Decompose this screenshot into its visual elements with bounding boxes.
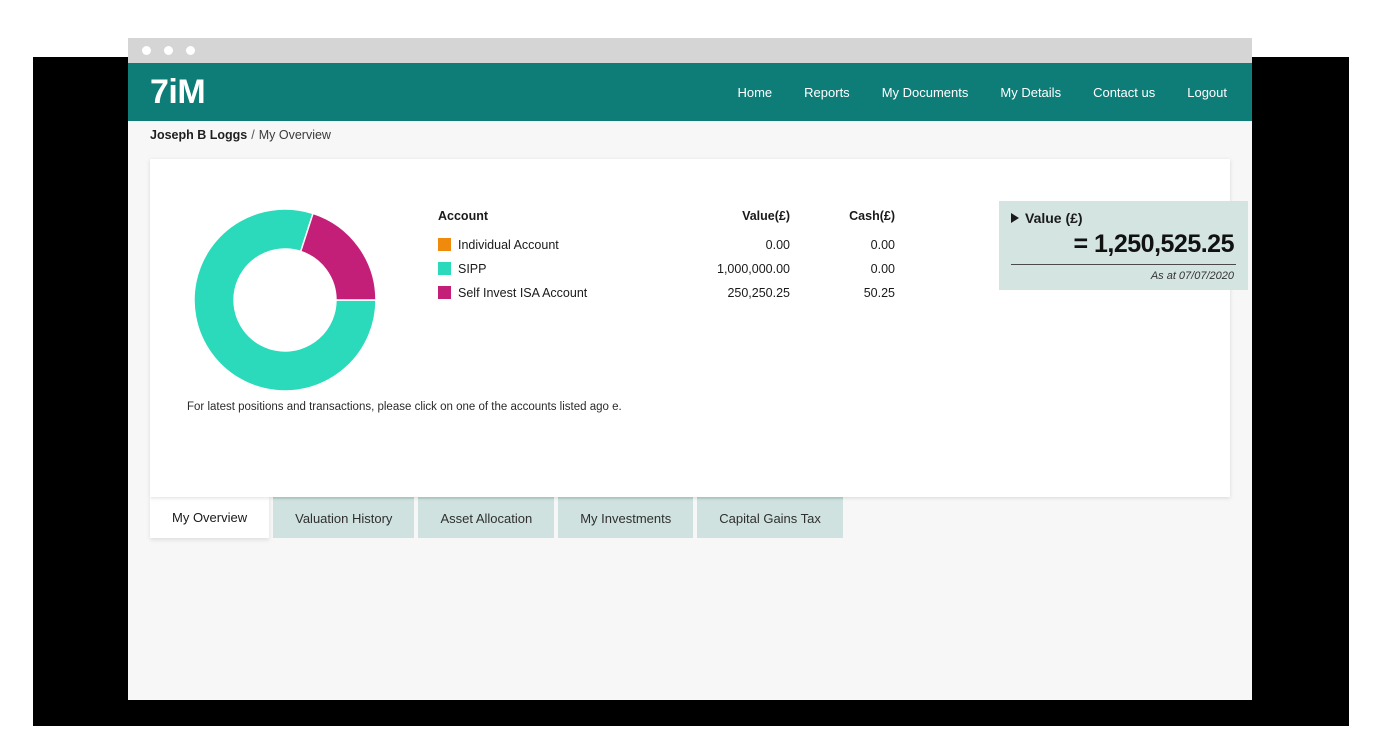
donut-slice[interactable] xyxy=(299,212,376,301)
tab-my-overview[interactable]: My Overview xyxy=(150,497,270,538)
total-value-amount: = 1,250,525.25 xyxy=(1073,230,1234,258)
accounts-hint-text: For latest positions and transactions, p… xyxy=(187,401,622,413)
table-row[interactable]: Individual Account 0.00 0.00 xyxy=(430,233,895,257)
value-panel-container: Value (£) = 1,250,525.25 As at 07/07/202… xyxy=(955,199,1248,497)
legend-swatch-sipp xyxy=(438,262,451,275)
value-panel-title: Value (£) xyxy=(1025,210,1083,226)
triangle-right-icon xyxy=(1011,213,1019,223)
nav-item-reports[interactable]: Reports xyxy=(804,85,850,100)
table-header-row: Account Value(£) Cash(£) xyxy=(430,209,895,233)
account-cell: Individual Account xyxy=(430,233,660,257)
donut-chart xyxy=(194,209,376,391)
window-close-dot[interactable] xyxy=(142,46,151,55)
tab-valuation-history[interactable]: Valuation History xyxy=(273,497,415,538)
value-panel-header: Value (£) xyxy=(1011,210,1236,226)
nav-item-home[interactable]: Home xyxy=(737,85,772,100)
account-value: 250,250.25 xyxy=(727,286,790,300)
table-row[interactable]: SIPP 1,000,000.00 0.00 xyxy=(430,257,895,281)
nav-item-logout[interactable]: Logout xyxy=(1187,85,1227,100)
nav-item-my-documents[interactable]: My Documents xyxy=(882,85,969,100)
donut-chart-container xyxy=(150,199,420,497)
main-nav: Home Reports My Documents My Details Con… xyxy=(737,85,1227,100)
window-maximize-dot[interactable] xyxy=(186,46,195,55)
tab-bar: My Overview Valuation History Asset Allo… xyxy=(150,497,1230,538)
tab-my-investments[interactable]: My Investments xyxy=(558,497,694,538)
column-header-value: Value(£) xyxy=(742,209,790,223)
screenshot-root: 7iM Home Reports My Documents My Details… xyxy=(0,0,1380,740)
browser-window: 7iM Home Reports My Documents My Details… xyxy=(128,38,1252,700)
accounts-table-body: Individual Account 0.00 0.00 SIPP 1,000,… xyxy=(430,233,895,305)
accounts-table-container: Account Value(£) Cash(£) Individual Acco… xyxy=(420,199,955,497)
accounts-table: Account Value(£) Cash(£) Individual Acco… xyxy=(430,209,895,305)
window-minimize-dot[interactable] xyxy=(164,46,173,55)
account-cell: Self Invest ISA Account xyxy=(430,281,660,305)
nav-item-contact-us[interactable]: Contact us xyxy=(1093,85,1155,100)
donut-chart-svg xyxy=(194,209,376,391)
tab-asset-allocation[interactable]: Asset Allocation xyxy=(418,497,555,538)
account-cash: 0.00 xyxy=(870,262,895,276)
value-as-at-date: As at 07/07/2020 xyxy=(1150,270,1234,282)
app-header: 7iM Home Reports My Documents My Details… xyxy=(128,63,1252,121)
browser-titlebar xyxy=(128,38,1252,63)
breadcrumb-separator: / xyxy=(251,128,255,142)
legend-swatch-individual-account xyxy=(438,238,451,251)
account-value: 1,000,000.00 xyxy=(717,262,790,276)
page-body: Account Value(£) Cash(£) Individual Acco… xyxy=(128,149,1252,700)
tab-capital-gains-tax[interactable]: Capital Gains Tax xyxy=(697,497,843,538)
breadcrumb-user[interactable]: Joseph B Loggs xyxy=(150,128,247,142)
column-header-cash: Cash(£) xyxy=(849,209,895,223)
account-name[interactable]: SIPP xyxy=(458,262,487,276)
account-cash: 50.25 xyxy=(863,286,895,300)
account-name[interactable]: Self Invest ISA Account xyxy=(458,286,587,300)
overview-card: Account Value(£) Cash(£) Individual Acco… xyxy=(150,159,1248,497)
account-cash: 0.00 xyxy=(870,238,895,252)
breadcrumb: Joseph B Loggs / My Overview xyxy=(128,121,1252,149)
value-divider xyxy=(1011,264,1236,265)
account-value: 0.00 xyxy=(765,238,790,252)
breadcrumb-current: My Overview xyxy=(258,128,331,142)
brand-logo[interactable]: 7iM xyxy=(150,75,206,109)
account-name[interactable]: Individual Account xyxy=(458,238,559,252)
value-panel: Value (£) = 1,250,525.25 As at 07/07/202… xyxy=(999,201,1248,290)
nav-item-my-details[interactable]: My Details xyxy=(1000,85,1061,100)
account-cell: SIPP xyxy=(430,257,660,281)
column-header-account: Account xyxy=(438,209,488,223)
table-row[interactable]: Self Invest ISA Account 250,250.25 50.25 xyxy=(430,281,895,305)
legend-swatch-self-invest-isa-account xyxy=(438,286,451,299)
